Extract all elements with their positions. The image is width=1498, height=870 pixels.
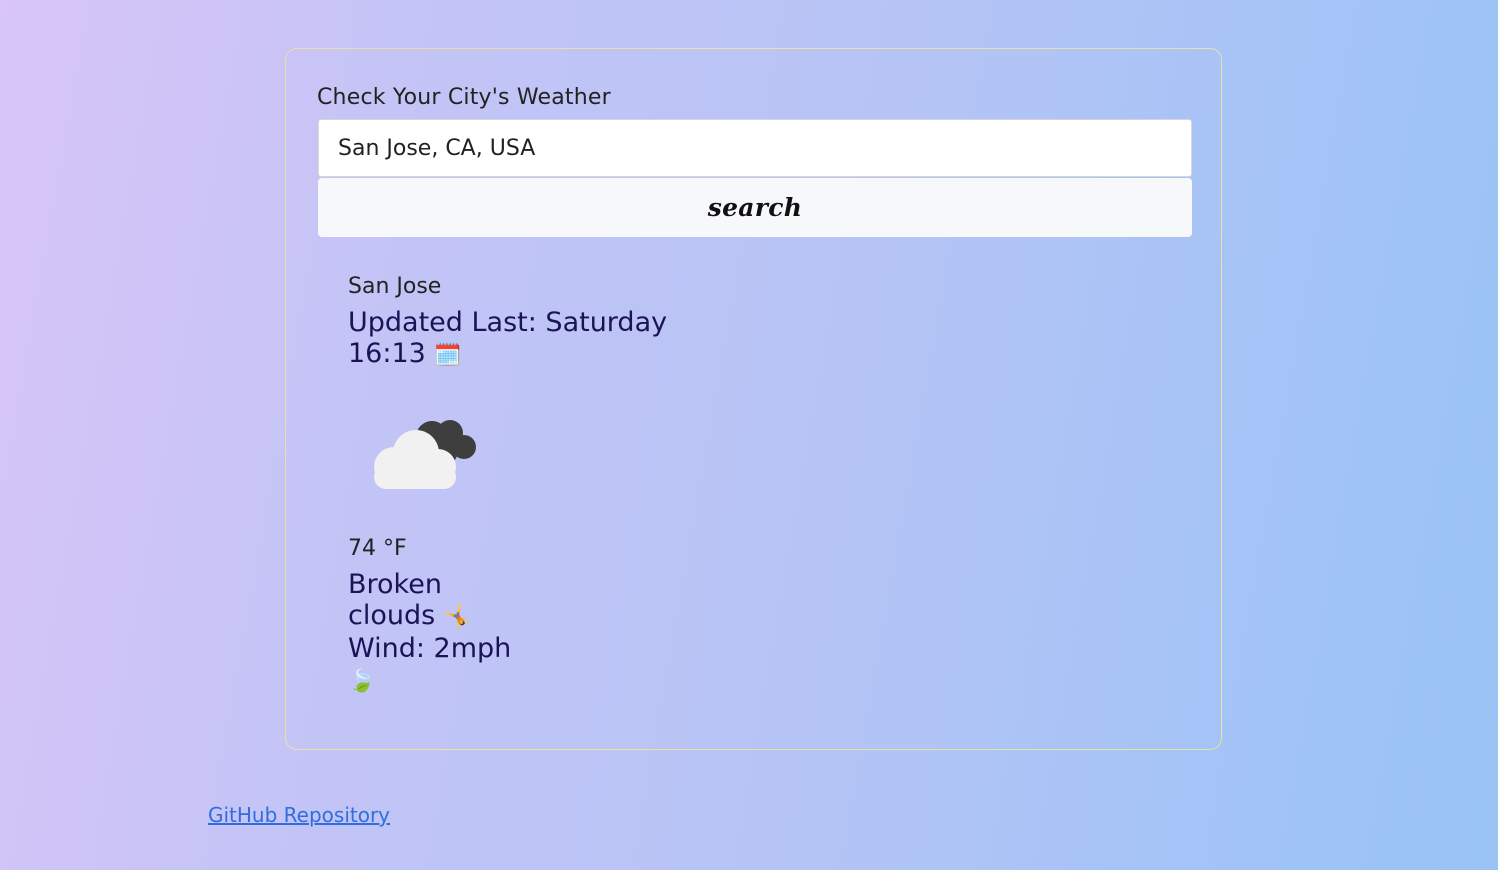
- city-search-input[interactable]: [318, 119, 1192, 177]
- updated-label: Updated Last: Saturday 16:13: [348, 307, 668, 369]
- leaf-icon: 🍃: [348, 669, 376, 694]
- temperature: 74 °F: [348, 536, 407, 561]
- form-label: Check Your City's Weather: [317, 85, 611, 110]
- search-button[interactable]: search: [318, 178, 1192, 237]
- calendar-icon: 🗓️: [434, 343, 462, 368]
- description-text: Broken clouds: [348, 569, 442, 631]
- wind-text: Wind: 2mph: [348, 633, 512, 664]
- weather-card: Check Your City's Weather search San Jos…: [285, 48, 1222, 750]
- weather-description: Broken clouds 🤸 Wind: 2mph 🍃: [348, 569, 523, 697]
- weather-results: San Jose Updated Last: Saturday 16:13 🗓️…: [348, 273, 768, 697]
- github-repo-link[interactable]: GitHub Repository: [208, 803, 390, 827]
- cartwheel-icon: 🤸: [443, 605, 472, 630]
- city-name: San Jose: [348, 274, 442, 299]
- broken-clouds-icon: [374, 420, 476, 489]
- updated-time: Updated Last: Saturday 16:13 🗓️: [348, 307, 698, 371]
